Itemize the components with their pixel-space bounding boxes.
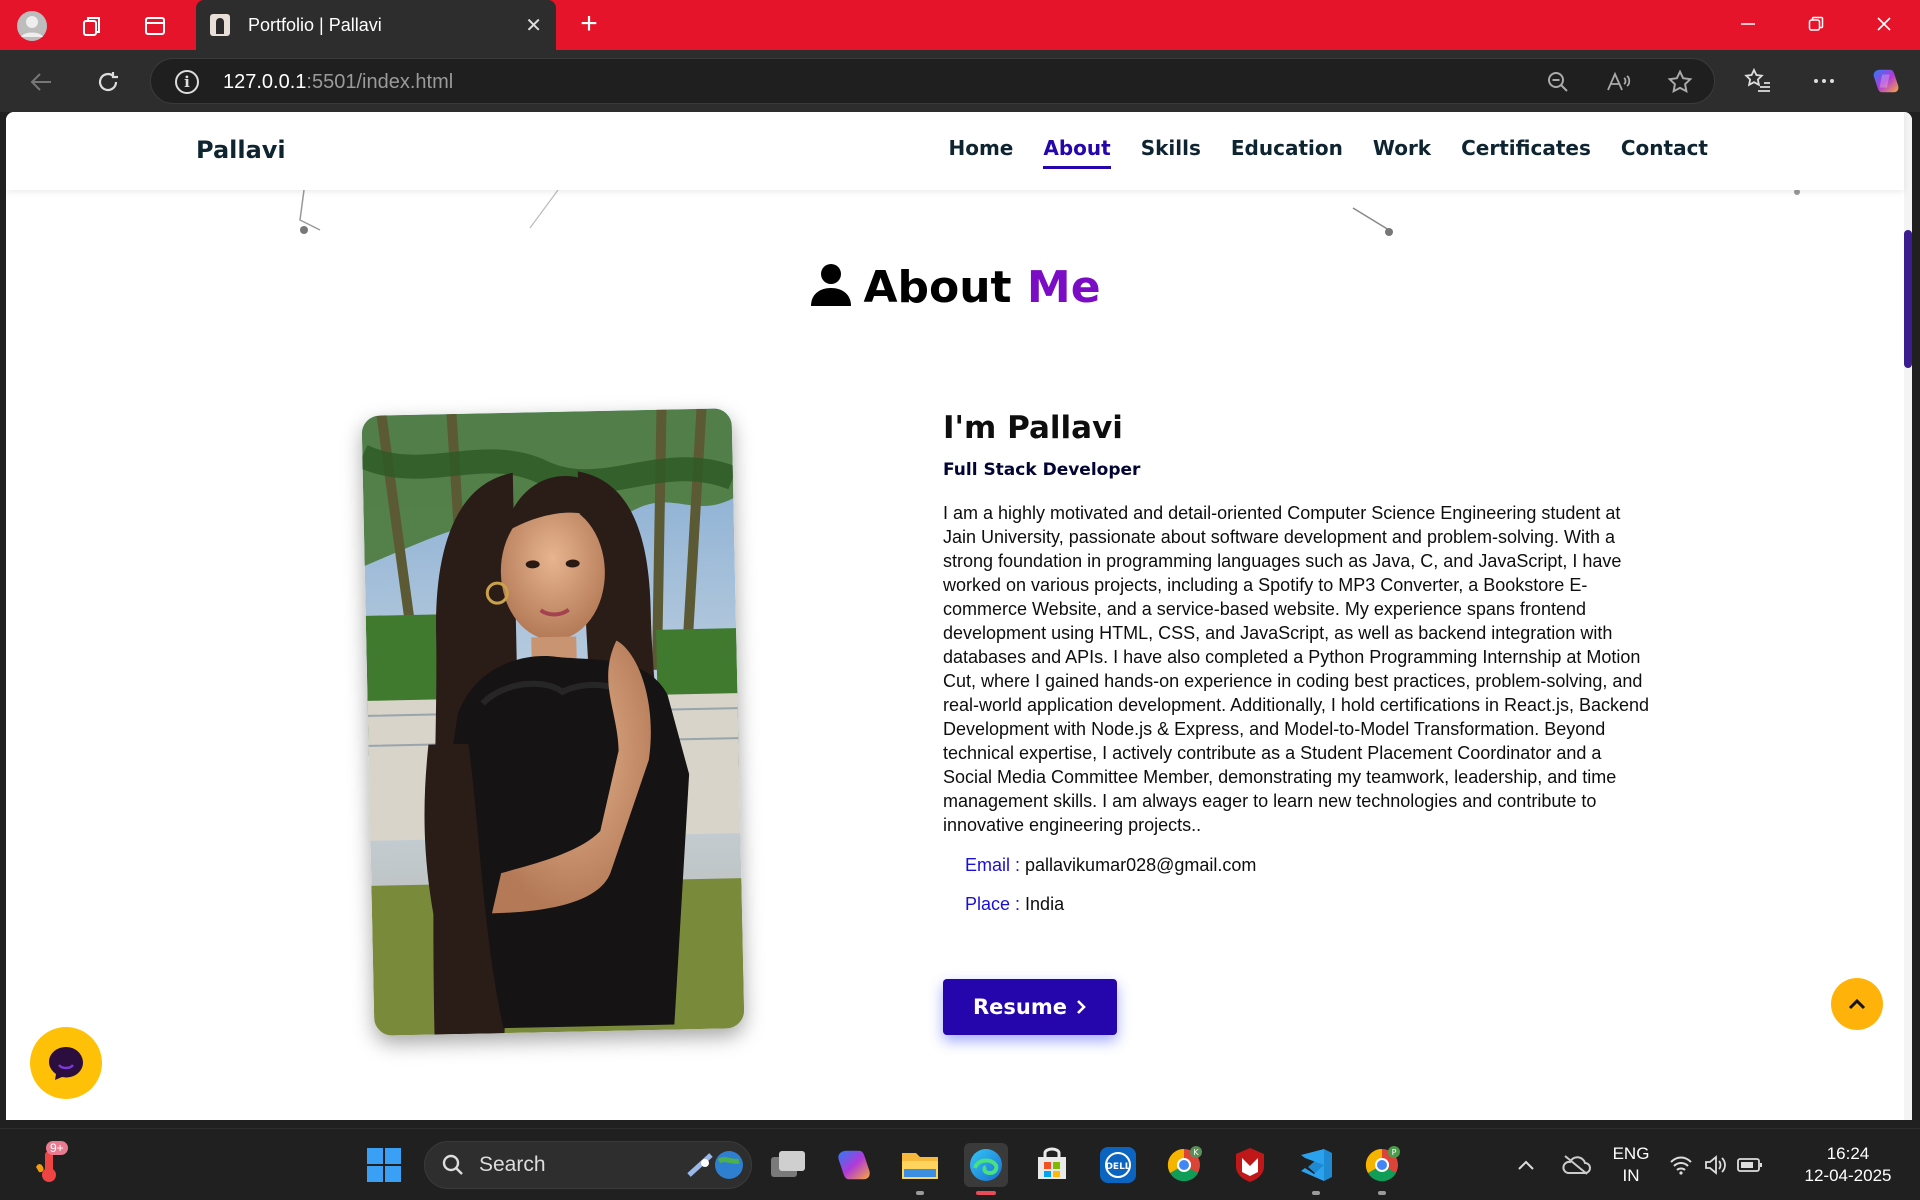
chat-bubble-icon xyxy=(49,1047,83,1080)
nav-certificates[interactable]: Certificates xyxy=(1461,136,1591,169)
tab-close-icon[interactable]: ✕ xyxy=(525,13,542,38)
file-explorer-icon[interactable] xyxy=(898,1143,942,1187)
site-nav: Home About Skills Education Work Certifi… xyxy=(948,136,1708,169)
tab-title: Portfolio | Pallavi xyxy=(248,14,382,35)
user-icon xyxy=(811,264,852,306)
minimize-icon[interactable] xyxy=(1728,8,1768,42)
wifi-icon xyxy=(1670,1156,1692,1175)
show-hidden-icons-chevron-icon[interactable] xyxy=(1504,1143,1548,1187)
email-row: Email : pallavikumar028@gmail.com xyxy=(965,855,1653,876)
taskbar-search-placeholder: Search xyxy=(479,1153,546,1176)
section-heading: About Me xyxy=(6,262,1904,313)
nav-work[interactable]: Work xyxy=(1373,136,1431,169)
mcafee-icon[interactable] xyxy=(1228,1143,1272,1187)
address-bar[interactable]: i 127.0.0.1:5501/index.html xyxy=(150,58,1715,104)
new-tab-button[interactable]: + xyxy=(572,8,606,42)
copilot-taskbar-icon[interactable] xyxy=(832,1143,876,1187)
chrome-profile-k-icon[interactable]: K xyxy=(1162,1143,1206,1187)
microsoft-store-icon[interactable] xyxy=(1030,1143,1074,1187)
site-header: Pallavi Home About Skills Education Work… xyxy=(6,112,1904,190)
copilot-icon[interactable] xyxy=(1871,66,1901,96)
edge-browser-icon[interactable] xyxy=(964,1143,1008,1187)
system-tray-status[interactable] xyxy=(1666,1143,1766,1187)
clock-date: 12-04-2025 xyxy=(1804,1166,1892,1185)
chevron-right-icon xyxy=(1077,1000,1086,1014)
battery-icon xyxy=(1737,1158,1762,1172)
windows-taskbar: 9+ Search DELL K P ENG IN 16:24 12-04-20… xyxy=(0,1128,1920,1200)
zoom-out-icon[interactable] xyxy=(1545,69,1571,95)
dell-icon[interactable]: DELL xyxy=(1096,1143,1140,1187)
nav-education[interactable]: Education xyxy=(1231,136,1343,169)
close-window-icon[interactable] xyxy=(1864,8,1904,42)
nav-contact[interactable]: Contact xyxy=(1621,136,1708,169)
region-code: IN xyxy=(1622,1166,1640,1185)
start-windows-icon[interactable] xyxy=(362,1143,406,1187)
svg-text:K: K xyxy=(1193,1148,1199,1157)
weather-badge: 9+ xyxy=(46,1141,68,1155)
weather-icon[interactable]: 9+ xyxy=(28,1141,72,1187)
particles-background xyxy=(299,190,1800,236)
browser-titlebar: Portfolio | Pallavi ✕ + xyxy=(0,0,1920,50)
language-code: ENG xyxy=(1612,1144,1650,1163)
nav-about[interactable]: About xyxy=(1043,136,1111,169)
browser-toolbar: i 127.0.0.1:5501/index.html xyxy=(0,50,1920,112)
page-scrollbar-thumb[interactable] xyxy=(1904,230,1912,368)
place-row: Place : India xyxy=(965,894,1653,915)
chevron-up-icon xyxy=(1848,998,1866,1010)
back-arrow-icon[interactable] xyxy=(22,62,62,102)
place-label: Place : xyxy=(965,894,1021,914)
svg-text:DELL: DELL xyxy=(1105,1162,1130,1172)
running-indicator xyxy=(1378,1191,1386,1195)
read-aloud-icon[interactable] xyxy=(1606,69,1632,95)
page-viewport: Pallavi Home About Skills Education Work… xyxy=(6,112,1912,1120)
refresh-icon[interactable] xyxy=(88,62,128,102)
vscode-icon[interactable] xyxy=(1294,1143,1338,1187)
about-name: I'm Pallavi xyxy=(943,410,1123,446)
workspaces-icon[interactable] xyxy=(77,10,109,42)
favorites-list-icon[interactable] xyxy=(1743,66,1773,96)
more-options-icon[interactable] xyxy=(1809,66,1839,96)
resume-label: Resume xyxy=(973,995,1067,1019)
about-content: I'm Pallavi Full Stack Developer I am a … xyxy=(943,410,1653,915)
running-indicator xyxy=(1312,1191,1320,1195)
nav-skills[interactable]: Skills xyxy=(1141,136,1201,169)
nav-home[interactable]: Home xyxy=(948,136,1013,169)
heading-main: About xyxy=(863,262,1012,313)
search-highlight-icon xyxy=(687,1151,743,1179)
email-label: Email : xyxy=(965,855,1021,875)
resume-button[interactable]: Resume xyxy=(943,979,1117,1035)
browser-tab-active[interactable]: Portfolio | Pallavi ✕ xyxy=(196,0,556,50)
site-brand[interactable]: Pallavi xyxy=(196,136,286,164)
onedrive-offline-icon[interactable] xyxy=(1554,1143,1598,1187)
active-indicator xyxy=(976,1191,996,1195)
favorite-star-icon[interactable] xyxy=(1667,69,1693,95)
profile-avatar-icon[interactable] xyxy=(16,10,48,42)
running-indicator xyxy=(916,1191,924,1195)
taskbar-search[interactable]: Search xyxy=(424,1141,752,1189)
clock-time: 16:24 xyxy=(1826,1144,1870,1163)
scroll-to-top-button[interactable] xyxy=(1831,978,1883,1030)
site-info-icon[interactable]: i xyxy=(175,70,199,94)
svg-text:P: P xyxy=(1392,1148,1397,1157)
url-text[interactable]: 127.0.0.1:5501/index.html xyxy=(223,71,453,94)
chrome-profile-p-icon[interactable]: P xyxy=(1360,1143,1404,1187)
clock[interactable]: 16:24 12-04-2025 xyxy=(1786,1143,1910,1187)
chat-widget-button[interactable] xyxy=(30,1027,102,1099)
about-role: Full Stack Developer xyxy=(943,460,1141,480)
profile-photo xyxy=(361,408,745,1036)
tab-actions-icon[interactable] xyxy=(139,10,171,42)
about-description: I am a highly motivated and detail-orien… xyxy=(943,503,1650,835)
language-indicator[interactable]: ENG IN xyxy=(1604,1143,1658,1187)
place-value: India xyxy=(1025,894,1065,914)
restore-icon[interactable] xyxy=(1796,8,1836,42)
volume-icon xyxy=(1705,1155,1726,1175)
search-icon xyxy=(442,1154,463,1175)
task-view-icon[interactable] xyxy=(766,1143,810,1187)
email-value: pallavikumar028@gmail.com xyxy=(1025,855,1257,875)
tab-favicon-icon xyxy=(210,14,230,36)
heading-accent: Me xyxy=(1026,262,1101,313)
